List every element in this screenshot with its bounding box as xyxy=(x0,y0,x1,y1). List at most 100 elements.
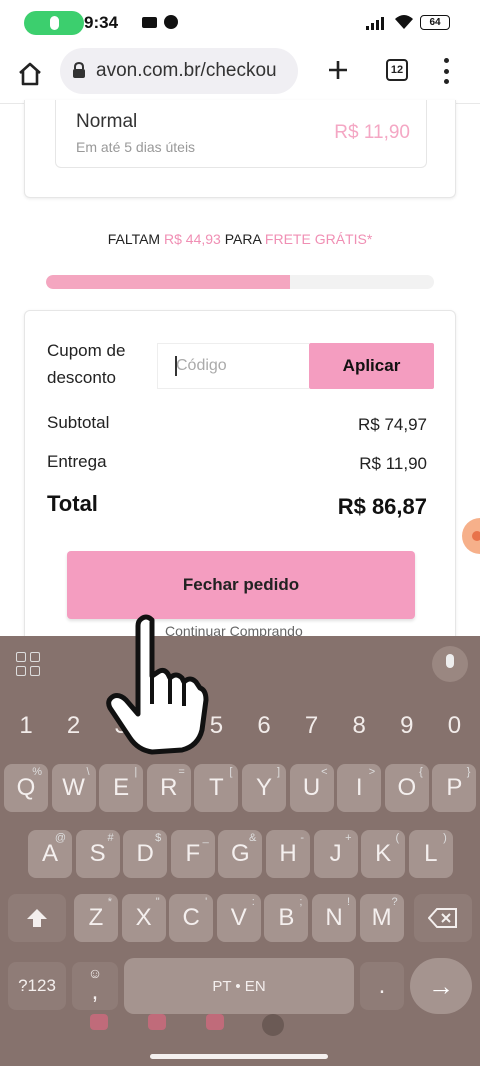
key-hint: _ xyxy=(202,832,209,844)
letter-key-y[interactable]: Y] xyxy=(242,764,286,812)
key-label: I xyxy=(355,774,363,801)
key-hint: ! xyxy=(346,896,350,908)
key-label: O xyxy=(397,774,417,801)
letter-key-a[interactable]: A @ xyxy=(28,830,72,878)
overflow-menu-icon[interactable] xyxy=(436,58,456,84)
address-bar[interactable]: avon.com.br/checkou xyxy=(60,48,298,94)
letter-key-i[interactable]: I > xyxy=(337,764,382,812)
clipboard-icon[interactable] xyxy=(262,1014,284,1036)
free-shipping-amount: R$ 44,93 xyxy=(164,231,221,247)
space-key[interactable]: PT • EN xyxy=(124,958,354,1014)
coupon-input[interactable] xyxy=(157,343,309,389)
shipping-name: Normal xyxy=(76,111,138,132)
key-label: Z xyxy=(88,904,104,931)
subtotal-value: R$ 74,97 xyxy=(358,415,427,434)
key-label: U xyxy=(302,774,321,801)
key-hint: \ xyxy=(86,766,90,778)
number-key-2[interactable]: 2 xyxy=(52,702,96,750)
home-icon[interactable] xyxy=(16,60,44,88)
backspace-key[interactable] xyxy=(414,894,472,942)
letter-key-e[interactable]: E | xyxy=(99,764,144,812)
key-hint: ; xyxy=(299,896,303,908)
letter-key-b[interactable]: B; xyxy=(264,894,309,942)
key-label: J xyxy=(329,840,342,867)
letter-key-s[interactable]: S # xyxy=(75,830,120,878)
shipping-card: Normal Em até 5 dias úteis R$ 11,90 xyxy=(24,100,456,198)
key-label: Q xyxy=(16,774,36,801)
period-key[interactable]: . xyxy=(360,962,404,1010)
comma-key[interactable]: ☺ , xyxy=(72,962,118,1010)
shift-key[interactable] xyxy=(8,894,66,942)
key-label: C xyxy=(182,904,200,931)
key-label: 9 xyxy=(400,712,414,739)
order-summary-card: Cupom de desconto Aplicar Subtotal R$ 74… xyxy=(24,310,456,650)
symbols-key[interactable]: ?123 xyxy=(8,962,66,1010)
letter-key-x[interactable]: X " xyxy=(121,894,166,942)
battery-icon: 64 xyxy=(420,15,450,30)
letter-key-f[interactable]: F _ xyxy=(170,830,215,878)
number-key-6[interactable]: 6 xyxy=(242,702,286,750)
letter-key-h[interactable]: H- xyxy=(266,830,310,878)
browser-toolbar: avon.com.br/checkou 12 xyxy=(0,46,480,104)
key-label: G xyxy=(231,840,250,867)
key-label: S xyxy=(89,840,106,867)
free-shipping-progress-fill xyxy=(46,275,291,289)
key-hint: ? xyxy=(391,896,398,908)
shift-icon xyxy=(27,909,47,927)
letter-key-c[interactable]: C ' xyxy=(169,894,214,942)
subtotal-label: Subtotal xyxy=(47,413,110,432)
letter-key-v[interactable]: V: xyxy=(216,894,261,942)
letter-key-w[interactable]: W \ xyxy=(51,764,96,812)
apps-grid-icon[interactable] xyxy=(16,652,40,676)
shipping-option-normal[interactable]: Normal Em até 5 dias úteis R$ 11,90 xyxy=(55,100,427,168)
key-label: T xyxy=(209,774,224,801)
enter-key[interactable]: → xyxy=(410,958,472,1014)
letter-key-l[interactable]: L) xyxy=(408,830,453,878)
sticker-icon[interactable] xyxy=(206,1014,224,1030)
key-label: F xyxy=(185,840,201,867)
letter-key-n[interactable]: N! xyxy=(312,894,356,942)
key-hint: } xyxy=(466,766,471,778)
text-caret xyxy=(175,356,177,376)
letter-key-t[interactable]: T[ xyxy=(194,764,239,812)
coupon-label: Cupom de desconto xyxy=(47,341,126,387)
checkout-button[interactable]: Fechar pedido xyxy=(67,551,415,619)
free-shipping-message: FALTAM R$ 44,93 PARA FRETE GRÁTIS* xyxy=(0,231,480,247)
letter-key-m[interactable]: M? xyxy=(359,894,404,942)
new-tab-icon[interactable] xyxy=(326,58,350,82)
number-key-9[interactable]: 9 xyxy=(385,702,429,750)
key-label: 8 xyxy=(352,712,366,739)
letter-key-z[interactable]: Z * xyxy=(74,894,118,942)
key-label: 7 xyxy=(304,712,319,739)
letter-key-q[interactable]: Q% xyxy=(4,764,48,812)
letter-key-j[interactable]: J + xyxy=(313,830,358,878)
number-key-7[interactable]: 7 xyxy=(290,702,334,750)
signal-icon xyxy=(366,16,384,30)
key-hint: ) xyxy=(443,832,447,844)
key-hint: ' xyxy=(205,896,208,908)
letter-key-r[interactable]: R = xyxy=(146,764,191,812)
sticker-icon[interactable] xyxy=(148,1014,166,1030)
key-hint: % xyxy=(32,766,42,778)
letter-key-u[interactable]: U < xyxy=(289,764,334,812)
number-key-1[interactable]: 1 xyxy=(4,702,48,750)
letter-key-o[interactable]: O{ xyxy=(384,764,429,812)
letter-key-d[interactable]: D $ xyxy=(123,830,168,878)
letter-key-g[interactable]: G & xyxy=(218,830,263,878)
side-tab-dot xyxy=(472,531,480,541)
sticker-icon[interactable] xyxy=(90,1014,108,1030)
letter-key-k[interactable]: K( xyxy=(361,830,406,878)
key-label: B xyxy=(278,904,295,931)
number-key-0[interactable]: 0 xyxy=(432,702,476,750)
letter-key-p[interactable]: P} xyxy=(432,764,477,812)
key-label: A xyxy=(41,840,58,867)
key-label: E xyxy=(113,774,130,801)
tab-switcher-button[interactable]: 12 xyxy=(386,59,408,81)
mic-recording-indicator xyxy=(24,11,84,35)
number-key-8[interactable]: 8 xyxy=(337,702,381,750)
keyboard-toolbar xyxy=(0,636,480,694)
key-hint: < xyxy=(321,766,328,778)
apply-coupon-button[interactable]: Aplicar xyxy=(309,343,434,389)
key-label: P xyxy=(446,774,463,801)
voice-input-icon[interactable] xyxy=(432,646,468,682)
